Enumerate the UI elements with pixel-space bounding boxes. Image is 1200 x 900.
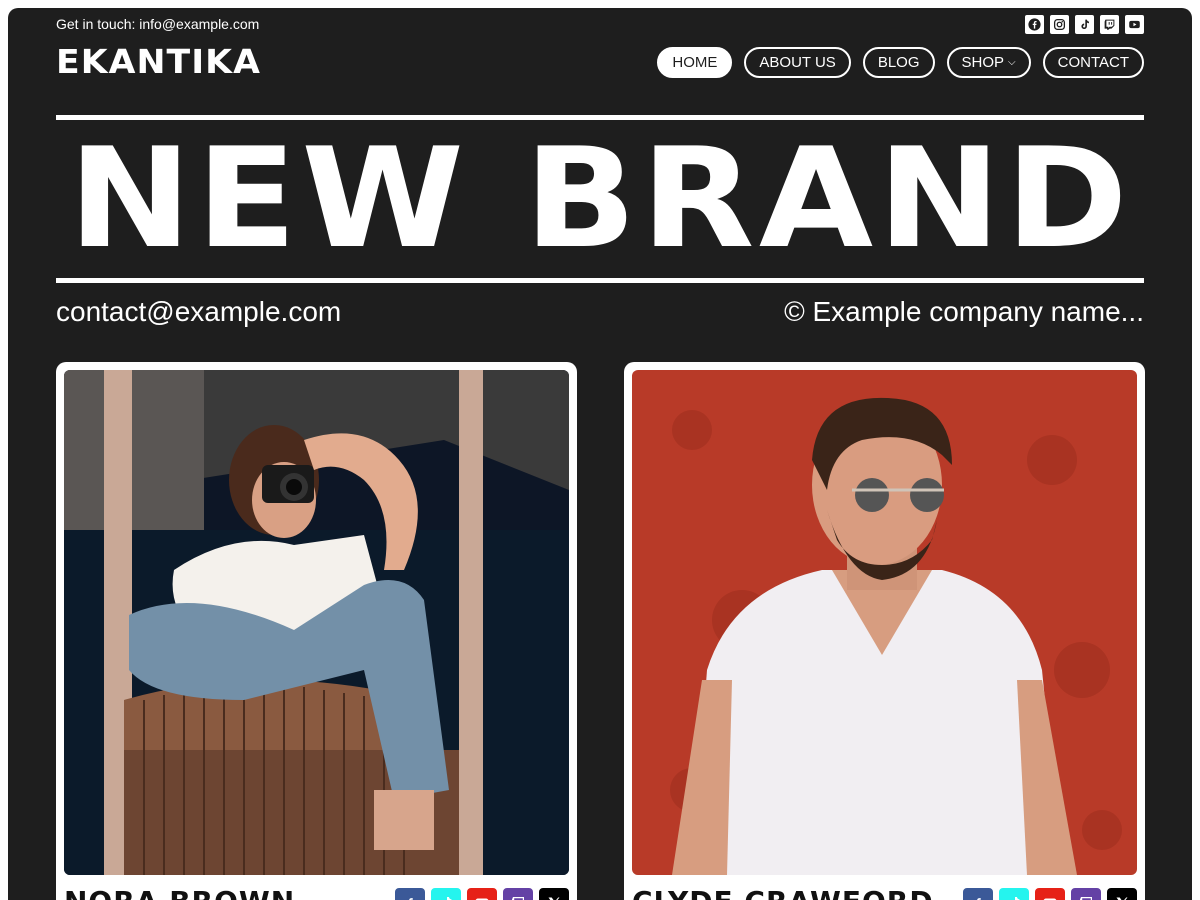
youtube-icon[interactable]: [1125, 15, 1144, 34]
team-member-name: NORA BROWN: [64, 885, 295, 900]
tiktok-icon[interactable]: [999, 888, 1029, 900]
get-in-touch-text: Get in touch: info@example.com: [56, 16, 260, 32]
youtube-icon[interactable]: [1035, 888, 1065, 900]
main-nav: HOME ABOUT US BLOG SHOP ⌵ CONTACT: [657, 47, 1144, 78]
team-photo-woman-camera: [64, 370, 569, 875]
youtube-icon[interactable]: [467, 888, 497, 900]
team-member-name: CLYDE CRAWFORD: [632, 885, 934, 900]
nav-shop-label: SHOP: [961, 54, 1005, 71]
nav-contact[interactable]: CONTACT: [1042, 47, 1144, 78]
contact-email[interactable]: contact@example.com: [56, 296, 341, 327]
tiktok-icon[interactable]: [1075, 15, 1094, 34]
copyright-text: © Example company name...: [784, 296, 1144, 327]
nav-about-us[interactable]: ABOUT US: [744, 47, 851, 78]
facebook-icon[interactable]: [1025, 15, 1044, 34]
bottom-divider: [56, 278, 1144, 283]
tiktok-icon[interactable]: [431, 888, 461, 900]
header-social-links: [1025, 15, 1144, 34]
twitch-icon[interactable]: [1100, 15, 1119, 34]
card-footer: CLYDE CRAWFORD: [632, 882, 1137, 900]
nav-home[interactable]: HOME: [657, 47, 733, 78]
card-social-links: [395, 888, 569, 900]
x-icon[interactable]: [539, 888, 569, 900]
nav-shop[interactable]: SHOP ⌵: [946, 47, 1031, 78]
site-logo[interactable]: EKANTIKA: [56, 42, 261, 82]
twitch-icon[interactable]: [503, 888, 533, 900]
twitch-icon[interactable]: [1071, 888, 1101, 900]
team-photo-man-sunglasses: [632, 370, 1137, 875]
facebook-icon[interactable]: [963, 888, 993, 900]
facebook-icon[interactable]: [395, 888, 425, 900]
team-card: NORA BROWN: [56, 362, 577, 900]
contact-row: contact@example.com © Example company na…: [56, 294, 1144, 330]
hero-title: NEW BRAND: [56, 120, 1144, 278]
page-frame: Get in touch: info@example.com EKANTIKA …: [8, 8, 1192, 900]
top-bar: Get in touch: info@example.com: [56, 15, 1144, 34]
card-social-links: [963, 888, 1137, 900]
nav-blog[interactable]: BLOG: [862, 47, 935, 78]
instagram-icon[interactable]: [1050, 15, 1069, 34]
hero-title-text: NEW BRAND: [68, 118, 1132, 279]
x-icon[interactable]: [1107, 888, 1137, 900]
chevron-down-icon: ⌵: [1008, 57, 1016, 68]
team-card: CLYDE CRAWFORD: [624, 362, 1145, 900]
card-footer: NORA BROWN: [64, 882, 569, 900]
